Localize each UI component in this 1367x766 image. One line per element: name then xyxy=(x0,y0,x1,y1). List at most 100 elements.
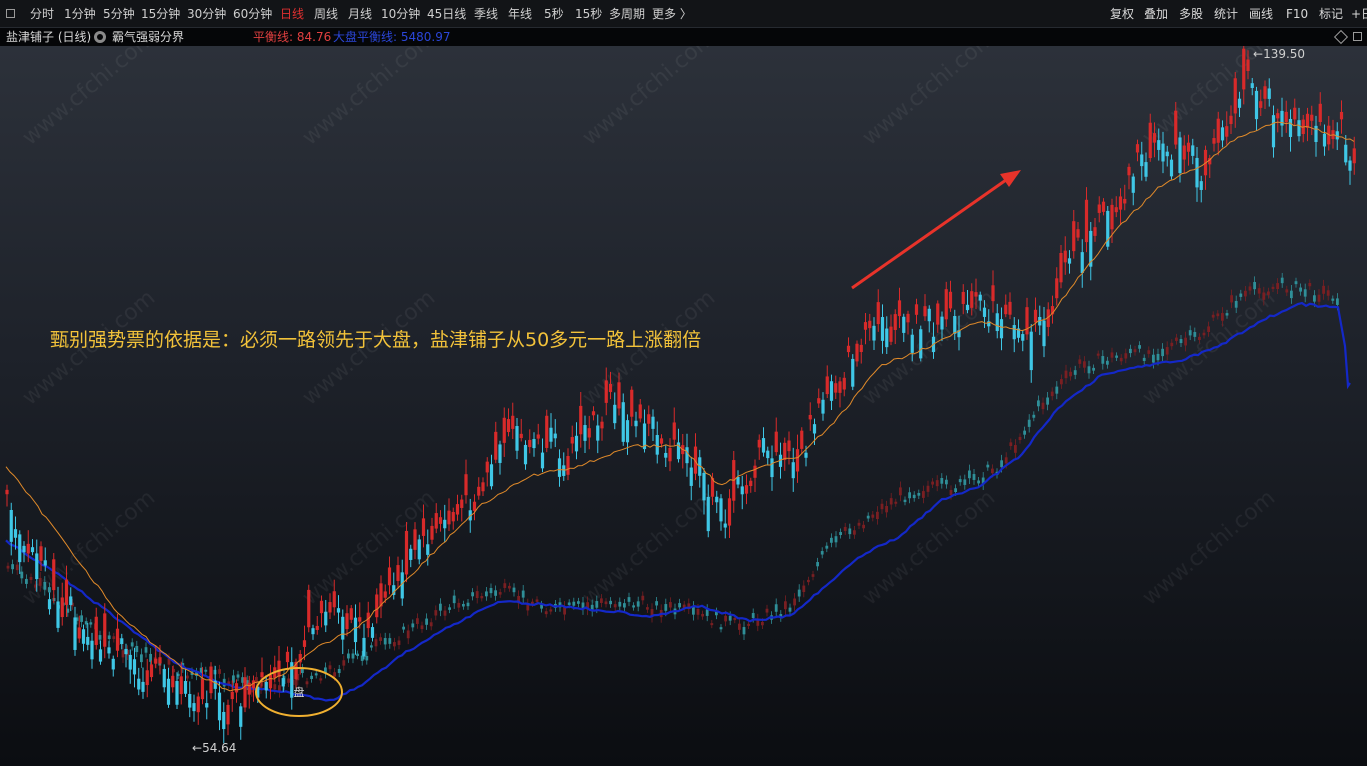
candle-body xyxy=(383,591,387,598)
candle-body xyxy=(625,420,630,443)
candle-body xyxy=(281,678,285,687)
candle-body xyxy=(838,381,842,393)
candle-body xyxy=(60,597,64,618)
candle-body xyxy=(1157,140,1161,150)
f10-button[interactable]: F10 xyxy=(1286,0,1308,28)
settings-gear-icon[interactable] xyxy=(94,31,106,43)
overlay-button[interactable]: 叠加 xyxy=(1144,0,1168,28)
candle-body xyxy=(94,616,98,645)
tab-45day[interactable]: 45日线 xyxy=(427,0,466,28)
tab-fenshi[interactable]: 分时 xyxy=(30,0,54,28)
candle-body xyxy=(774,431,778,453)
market-candle-body xyxy=(862,524,865,529)
tab-quarterly[interactable]: 季线 xyxy=(474,0,498,28)
market-candle-body xyxy=(544,611,548,615)
maximize-icon[interactable] xyxy=(1353,32,1362,41)
candle-body xyxy=(404,530,409,575)
market-candle-body xyxy=(664,604,668,611)
market-candle-body xyxy=(351,653,355,659)
market-candle-body xyxy=(98,635,102,640)
tab-15min[interactable]: 15分钟 xyxy=(141,0,180,28)
tab-monthly[interactable]: 月线 xyxy=(348,0,372,28)
candle-body xyxy=(1246,59,1250,72)
market-candle-body xyxy=(1004,457,1008,464)
candle-body xyxy=(13,529,18,538)
tab-more[interactable]: 更多 〉 xyxy=(652,0,692,28)
market-candle-body xyxy=(1253,282,1256,290)
candle-body xyxy=(455,504,460,515)
indicator-name[interactable]: 霸气强弱分界 xyxy=(112,28,184,46)
market-candle-body xyxy=(986,464,990,468)
candle-body xyxy=(1042,320,1046,347)
market-candle-body xyxy=(1106,360,1109,365)
market-candle-body xyxy=(1101,356,1105,364)
market-candle-body xyxy=(1239,293,1243,297)
tab-15sec[interactable]: 15秒 xyxy=(575,0,602,28)
candle-body xyxy=(1152,133,1157,143)
market-candle-body xyxy=(503,583,507,588)
candle-body xyxy=(940,316,944,330)
market-candle-body xyxy=(452,595,456,604)
kline-chart-area[interactable]: www.cfchi.com www.cfchi.com www.cfchi.com w… xyxy=(0,46,1367,766)
tab-multi-period[interactable]: 多周期 xyxy=(609,0,645,28)
tab-30min[interactable]: 30分钟 xyxy=(187,0,226,28)
kline-chart[interactable]: www.cfchi.com www.cfchi.com www.cfchi.com w… xyxy=(0,46,1367,766)
market-candle-body xyxy=(319,678,323,681)
candle-body xyxy=(413,529,417,550)
candle-body xyxy=(523,444,528,465)
tab-5sec[interactable]: 5秒 xyxy=(544,0,564,28)
diamond-icon[interactable] xyxy=(1333,29,1349,45)
market-candle-body xyxy=(866,515,870,519)
watermark-13: www.cfchi.com xyxy=(858,485,1000,610)
high-price-label: ←139.50 xyxy=(1253,47,1305,61)
tab-5min[interactable]: 5分钟 xyxy=(103,0,135,28)
tab-60min[interactable]: 60分钟 xyxy=(233,0,272,28)
market-candle-body xyxy=(121,650,125,658)
candle-body xyxy=(974,292,978,297)
candle-body xyxy=(1093,227,1097,236)
market-candle-body xyxy=(1110,352,1114,358)
statistics-button[interactable]: 统计 xyxy=(1214,0,1238,28)
market-candle-body xyxy=(641,595,645,601)
candle-body xyxy=(536,434,540,439)
restore-rights-button[interactable]: 复权 xyxy=(1110,0,1134,28)
candle-body xyxy=(515,426,519,451)
candle-body xyxy=(659,438,664,444)
candle-body xyxy=(268,675,273,689)
candle-body xyxy=(1199,181,1203,190)
candle-body xyxy=(341,616,345,640)
candle-body xyxy=(825,376,829,395)
market-candle-body xyxy=(1207,326,1210,333)
candle-body xyxy=(1123,198,1127,204)
candle-body xyxy=(443,519,447,529)
watermark-2: www.cfchi.com xyxy=(578,46,720,151)
mark-button[interactable]: 标记 xyxy=(1319,0,1343,28)
market-candle-body xyxy=(43,581,47,590)
market-candle-body xyxy=(820,551,824,555)
tab-weekly[interactable]: 周线 xyxy=(314,0,338,28)
market-candle-body xyxy=(112,636,116,640)
market-candle-body xyxy=(273,684,277,690)
candle-body xyxy=(1284,111,1288,123)
tab-daily[interactable]: 日线 xyxy=(280,0,304,28)
window-toggle-icon[interactable] xyxy=(6,9,15,18)
candle-body xyxy=(647,414,651,424)
market-candle-body xyxy=(968,470,971,479)
market-balance-line-value: 大盘平衡线: 5480.97 xyxy=(333,30,451,44)
multi-stock-button[interactable]: 多股 xyxy=(1179,0,1203,28)
market-candle-body xyxy=(1313,295,1316,302)
candle-body xyxy=(528,439,532,448)
market-candle-body xyxy=(1285,289,1289,293)
tab-1min[interactable]: 1分钟 xyxy=(64,0,96,28)
tab-10min[interactable]: 10分钟 xyxy=(381,0,420,28)
market-candle-body xyxy=(719,627,723,630)
candle-body xyxy=(613,404,617,424)
market-candle-body xyxy=(1294,281,1298,285)
tab-yearly[interactable]: 年线 xyxy=(508,0,532,28)
candle-body xyxy=(995,313,999,332)
add-day-button[interactable]: +日 xyxy=(1351,0,1367,28)
candle-body xyxy=(396,565,400,581)
candle-body xyxy=(668,447,672,462)
market-candle-body xyxy=(480,595,484,599)
draw-line-button[interactable]: 画线 xyxy=(1249,0,1273,28)
